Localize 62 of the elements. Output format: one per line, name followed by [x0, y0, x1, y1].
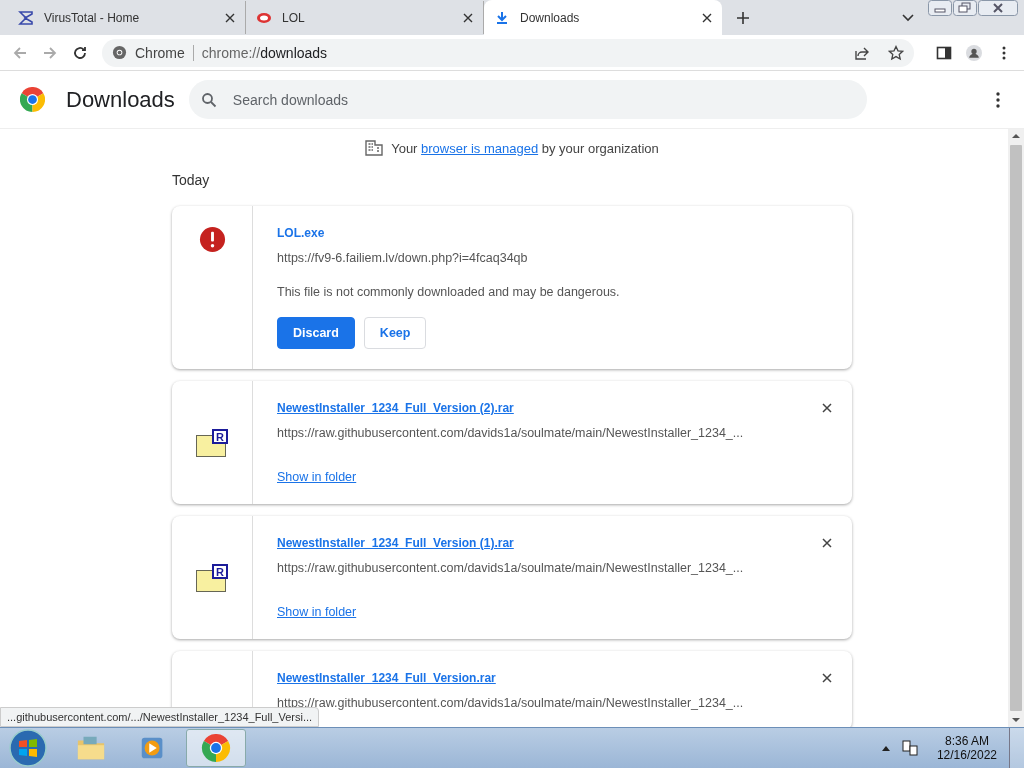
- chrome-icon: [112, 45, 127, 60]
- building-icon: [365, 140, 384, 156]
- clock-date: 12/16/2022: [936, 748, 997, 762]
- show-desktop-button[interactable]: [1009, 728, 1024, 768]
- keep-button[interactable]: Keep: [363, 317, 427, 349]
- scrollbar[interactable]: [1008, 129, 1024, 727]
- taskbar-app[interactable]: [186, 729, 246, 767]
- clock-time: 8:36 AM: [944, 734, 989, 748]
- file-name-link[interactable]: LOL.exe: [277, 226, 832, 240]
- tab-title: LOL: [282, 10, 306, 25]
- discard-button[interactable]: Discard: [277, 317, 355, 349]
- download-icon: [494, 9, 510, 26]
- reload-icon[interactable]: [72, 44, 88, 61]
- warning-text: This file is not commonly downloaded and may be dangerous.: [277, 285, 621, 299]
- file-url: https://raw.githubusercontent.com/davids1a/soulmate/main/NewestInstaller_1234_...: [277, 561, 745, 575]
- warning-icon: [198, 226, 226, 253]
- address-bar[interactable]: Chrome chrome://downloads: [102, 38, 914, 67]
- more-options-icon[interactable]: [996, 91, 1000, 108]
- tab-title: Downloads: [520, 10, 581, 25]
- url-text: chrome://downloads: [201, 44, 328, 61]
- managed-notice: Your browser is managed by your organization: [391, 140, 659, 156]
- search-field[interactable]: Search downloads: [188, 80, 867, 119]
- new-tab-icon[interactable]: [736, 11, 750, 25]
- profile-icon[interactable]: [966, 44, 982, 61]
- tray-arrow-icon[interactable]: [880, 744, 891, 752]
- search-icon: [200, 92, 217, 108]
- network-icon[interactable]: [900, 739, 919, 757]
- browser-tab[interactable]: VirusTotal - Home: [8, 1, 246, 34]
- tab-title: VirusTotal - Home: [44, 10, 141, 25]
- scroll-down-icon[interactable]: [1012, 717, 1020, 723]
- show-in-folder-link[interactable]: Show in folder: [277, 470, 357, 484]
- file-name-link[interactable]: NewestInstaller_1234_Full_Version (1).rar: [277, 536, 822, 550]
- close-icon[interactable]: [978, 0, 1018, 16]
- scroll-up-icon[interactable]: [1012, 133, 1020, 139]
- minimize-icon[interactable]: [928, 0, 952, 16]
- side-panel-icon[interactable]: [936, 44, 952, 61]
- close-icon[interactable]: [225, 12, 235, 23]
- page-title: Downloads: [66, 86, 175, 113]
- sigma-icon: [18, 9, 34, 26]
- file-name-link[interactable]: NewestInstaller_1234_Full_Version (2).rar: [277, 401, 822, 415]
- site-label: Chrome: [135, 44, 185, 61]
- remove-icon[interactable]: [822, 538, 832, 548]
- restore-icon[interactable]: [953, 0, 977, 16]
- star-icon[interactable]: [888, 44, 904, 61]
- show-in-folder-link[interactable]: Show in folder: [277, 605, 357, 619]
- file-url: https://raw.githubusercontent.com/davids1a/soulmate/main/NewestInstaller_1234_...: [277, 426, 745, 440]
- browser-tab[interactable]: Downloads: [484, 0, 722, 35]
- chevron-down-icon[interactable]: [902, 14, 914, 22]
- managed-link[interactable]: browser is managed: [421, 140, 539, 156]
- chrome-icon: [201, 734, 231, 762]
- remove-icon[interactable]: [822, 673, 832, 683]
- file-url: https://raw.githubusercontent.com/davids1a/soulmate/main/NewestInstaller_1234_...: [277, 696, 745, 710]
- status-tooltip: ...githubusercontent.com/.../NewestInstaller_1234_Full_Versi...: [0, 707, 320, 727]
- file-url: https://fv9-6.failiem.lv/down.php?i=4fcaq34qb: [277, 251, 529, 265]
- close-icon[interactable]: [463, 12, 473, 23]
- close-icon[interactable]: [702, 12, 712, 23]
- chrome-logo-icon: [20, 87, 45, 112]
- file-name-link[interactable]: NewestInstaller_1234_Full_Version.rar: [277, 671, 822, 685]
- folder-icon: [76, 734, 106, 762]
- section-heading: Today: [172, 172, 211, 188]
- remove-icon[interactable]: [822, 403, 832, 413]
- start-button[interactable]: [8, 728, 48, 768]
